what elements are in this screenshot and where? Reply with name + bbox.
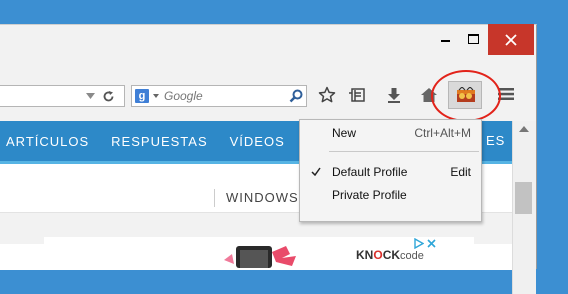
scroll-up-arrow-icon[interactable] xyxy=(519,126,529,132)
checkmark-icon xyxy=(311,167,321,176)
menu-item-new[interactable]: New Ctrl+Alt+M xyxy=(300,123,481,143)
magnifier-icon[interactable] xyxy=(289,89,303,103)
ad-close-icon[interactable] xyxy=(426,238,437,249)
google-engine-icon[interactable]: g xyxy=(135,89,149,103)
logo-text-code: code xyxy=(400,250,424,262)
search-box[interactable]: g xyxy=(131,85,307,107)
nav-link-es[interactable]: ES xyxy=(486,133,505,148)
bookmarks-list-icon[interactable] xyxy=(348,86,366,104)
menu-item-new-label: New xyxy=(332,126,357,140)
bookmark-star-icon[interactable] xyxy=(318,86,336,104)
nav-link-respuestas[interactable]: RESPUESTAS xyxy=(111,134,207,149)
reload-icon[interactable] xyxy=(102,90,115,103)
nav-link-videos[interactable]: VÍDEOS xyxy=(230,134,285,149)
logo-text-o: O xyxy=(373,248,383,262)
menu-separator xyxy=(329,151,479,152)
knockcode-logo: KNOCKcode xyxy=(356,248,424,262)
scrollbar-thumb[interactable] xyxy=(515,182,532,214)
menu-item-private-profile[interactable]: Private Profile xyxy=(300,185,481,205)
downloads-icon[interactable] xyxy=(385,86,403,104)
maximize-button[interactable] xyxy=(462,24,484,54)
profile-dropdown-menu: New Ctrl+Alt+M Default Profile Edit Priv… xyxy=(299,119,482,222)
nav-link-articulos[interactable]: ARTÍCULOS xyxy=(6,134,89,149)
menu-item-private-profile-label: Private Profile xyxy=(332,188,407,202)
maximize-icon xyxy=(467,34,479,44)
product-image xyxy=(224,246,296,268)
menu-item-default-profile-label: Default Profile xyxy=(332,165,408,179)
windows-link[interactable]: WINDOWS xyxy=(226,190,299,205)
title-bar xyxy=(0,24,536,55)
divider xyxy=(214,189,215,207)
close-button[interactable] xyxy=(488,24,534,55)
menu-item-new-shortcut: Ctrl+Alt+M xyxy=(414,126,471,140)
logo-text-kn: KN xyxy=(356,248,374,262)
annotation-highlight-circle xyxy=(431,70,501,122)
adchoices-icon[interactable] xyxy=(413,238,424,249)
logo-text-ck: CK xyxy=(382,248,401,262)
url-history-dropdown-icon[interactable] xyxy=(86,93,95,99)
search-input[interactable] xyxy=(164,87,282,105)
engine-dropdown-icon[interactable] xyxy=(153,94,159,98)
minimize-button[interactable] xyxy=(434,24,456,54)
close-icon xyxy=(505,33,517,46)
url-bar[interactable] xyxy=(0,85,125,107)
edit-profile-link[interactable]: Edit xyxy=(450,165,471,179)
menu-item-default-profile[interactable]: Default Profile Edit xyxy=(300,162,481,182)
minimize-icon xyxy=(440,40,450,42)
